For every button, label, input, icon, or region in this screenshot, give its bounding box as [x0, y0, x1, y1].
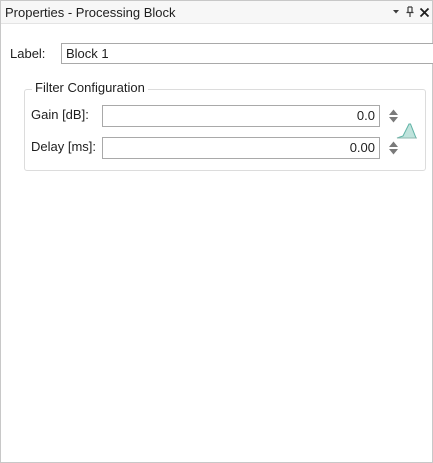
properties-panel: Properties - Processing Block Label: Blo…: [0, 0, 433, 463]
filter-configuration-title: Filter Configuration: [32, 80, 148, 96]
gain-input[interactable]: 0.0: [102, 105, 380, 127]
delay-spinner-icon[interactable]: [388, 140, 399, 156]
gain-caption: Gain [dB]:: [31, 107, 89, 122]
delay-input[interactable]: 0.00: [102, 137, 380, 159]
panel-title: Properties - Processing Block: [5, 5, 176, 20]
close-icon[interactable]: [416, 3, 432, 21]
label-caption: Label:: [10, 46, 46, 61]
filter-curve-icon[interactable]: [396, 122, 418, 140]
panel-titlebar: Properties - Processing Block: [1, 1, 432, 24]
delay-caption: Delay [ms]:: [31, 139, 97, 154]
label-input[interactable]: Block 1: [61, 43, 433, 64]
